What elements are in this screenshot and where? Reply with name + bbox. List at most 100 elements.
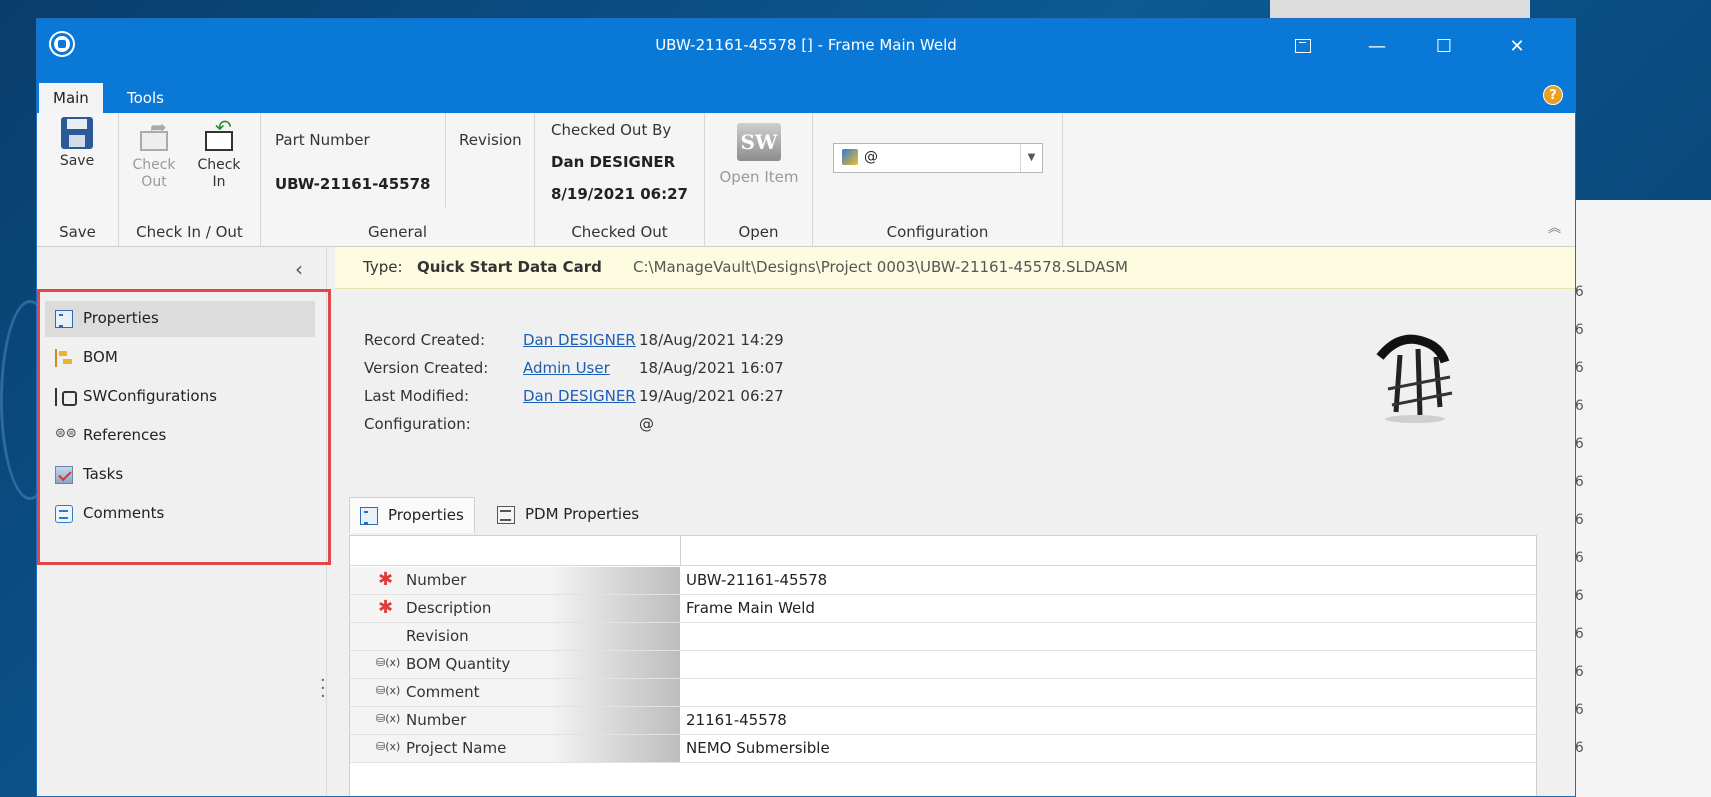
nav-item-bom[interactable]: BOM [45,340,315,376]
check-out-label-2: Out [141,174,167,190]
formula-icon: ⛁(x) [376,740,401,753]
ribbon-group-label: Checked Out [571,223,668,241]
swconfigurations-icon [55,388,77,406]
last-modified-user-link[interactable]: Dan DESIGNER [523,387,636,405]
help-icon[interactable]: ? [1543,85,1563,105]
properties-icon [360,507,378,525]
last-modified-date: 19/Aug/2021 06:27 [639,387,784,405]
configuration-value: @ [639,415,654,433]
nav-item-swconfigurations[interactable]: SWConfigurations [45,379,315,415]
property-name: Number [406,711,467,729]
ribbon-group-label: Check In / Out [136,223,243,241]
check-in-label-2: In [212,174,226,190]
nav-item-tasks[interactable]: Tasks [45,457,315,493]
ribbon-group-checkinout: ➦ Check Out ↶ Check In Check In / Out [119,113,261,247]
checked-out-user: Dan DESIGNER [551,153,676,171]
check-out-label-1: Check [132,157,176,173]
open-item-label: Open Item [719,168,799,186]
chevron-down-icon[interactable]: ▼ [1020,144,1042,172]
ribbon-group-general: Part Number UBW-21161-45578 Revision Gen… [261,113,535,247]
nav-item-label: References [83,426,167,444]
configuration-select[interactable]: @ ▼ [833,143,1043,173]
maximize-button[interactable]: ☐ [1429,32,1459,62]
check-out-icon: ➦ [136,117,172,153]
property-name: Number [406,571,467,589]
table-row[interactable]: ✱ Description Frame Main Weld [350,595,1538,623]
left-navigation-pane: ‹ Properties BOM SWConfigurations ⊜⊜ Ref… [37,247,331,796]
pane-splitter-handle[interactable]: · · · [320,672,326,706]
save-icon [61,117,93,149]
configuration-select-value: @ [864,149,878,165]
table-row[interactable]: ⛁(x) BOM Quantity [350,651,1538,679]
tab-main[interactable]: Main [39,83,103,113]
check-in-button[interactable]: ↶ Check In [191,117,247,191]
type-label: Type: [363,258,403,276]
open-item-button[interactable]: SW Open Item [713,123,805,186]
table-row[interactable]: ⛁(x) Comment [350,679,1538,707]
title-bar: UBW-21161-45578 [] - Frame Main Weld — ☐… [37,19,1575,77]
check-in-label-1: Check [197,157,241,173]
required-icon: ✱ [378,569,394,590]
ribbon-group-configuration: @ ▼ Configuration [813,113,1063,247]
nav-item-label: Comments [83,504,165,522]
ribbon-tabs: Main Tools ? [37,77,1575,113]
properties-icon [55,310,73,328]
table-row[interactable]: ✱ Number UBW-21161-45578 [350,567,1538,595]
tab-pdm-properties[interactable]: PDM Properties [487,497,649,533]
ribbon: Save Save ➦ Check Out ↶ Check In Check In … [37,113,1575,247]
pin-window-icon[interactable] [1295,39,1311,53]
checked-out-by-label: Checked Out By [551,121,672,139]
tab-tools[interactable]: Tools [113,83,178,113]
required-icon: ✱ [378,597,394,618]
checked-out-date: 8/19/2021 06:27 [551,185,688,203]
last-modified-label: Last Modified: [364,387,470,405]
nav-item-comments[interactable]: Comments [45,496,315,532]
tab-properties[interactable]: Properties [349,497,475,533]
collapse-ribbon-icon[interactable]: ︽ [1548,217,1561,236]
tasks-icon [55,466,73,484]
type-bar: Type: Quick Start Data Card C:\ManageVau… [335,247,1575,289]
close-button[interactable]: ✕ [1502,32,1532,62]
tab-properties-label: Properties [388,506,464,524]
ribbon-group-checked-out: Checked Out By Dan DESIGNER 8/19/2021 06… [535,113,705,247]
property-value[interactable]: NEMO Submersible [686,739,830,757]
table-row[interactable]: ⛁(x) Project Name NEMO Submersible [350,735,1538,763]
property-name: Comment [406,683,480,701]
collapse-pane-icon[interactable]: ‹ [295,257,303,281]
record-created-date: 18/Aug/2021 14:29 [639,331,784,349]
property-value[interactable]: Frame Main Weld [686,599,815,617]
ribbon-group-label: Save [59,223,96,241]
nav-item-properties[interactable]: Properties [45,301,315,337]
version-created-label: Version Created: [364,359,489,377]
type-value: Quick Start Data Card [417,258,602,276]
property-name: Revision [406,627,469,645]
ribbon-group-save: Save Save [37,113,119,247]
nav-item-label: Tasks [83,465,124,483]
check-in-icon: ↶ [201,117,237,153]
revision-label: Revision [459,131,522,149]
configuration-cube-icon [842,149,858,165]
version-created-user-link[interactable]: Admin User [523,359,610,377]
properties-grid: ✱ Number UBW-21161-45578 ✱ Description Fra… [349,535,1538,796]
file-path: C:\ManageVault\Designs\Project 0003\UBW-… [633,258,1128,276]
property-value[interactable]: 21161-45578 [686,711,787,729]
ribbon-group-label: Open [738,223,779,241]
record-created-user-link[interactable]: Dan DESIGNER [523,331,636,349]
table-row[interactable]: Revision [350,623,1538,651]
tab-pdm-properties-label: PDM Properties [525,505,640,523]
minimize-button[interactable]: — [1362,32,1392,62]
formula-icon: ⛁(x) [376,656,401,669]
table-row[interactable]: ⛁(x) Number 21161-45578 [350,707,1538,735]
save-button[interactable]: Save [49,117,105,170]
nav-item-references[interactable]: ⊜⊜ References [45,418,315,454]
ribbon-group-label: General [367,223,428,241]
formula-icon: ⛁(x) [376,712,401,725]
pdm-properties-icon [497,506,515,524]
nav-item-label: SWConfigurations [83,387,217,405]
check-out-button[interactable]: ➦ Check Out [129,117,179,191]
property-name: Project Name [406,739,507,757]
grid-header [350,536,1536,566]
property-value[interactable]: UBW-21161-45578 [686,571,827,589]
bom-icon [55,349,73,367]
background-window-edge [1270,0,1530,20]
